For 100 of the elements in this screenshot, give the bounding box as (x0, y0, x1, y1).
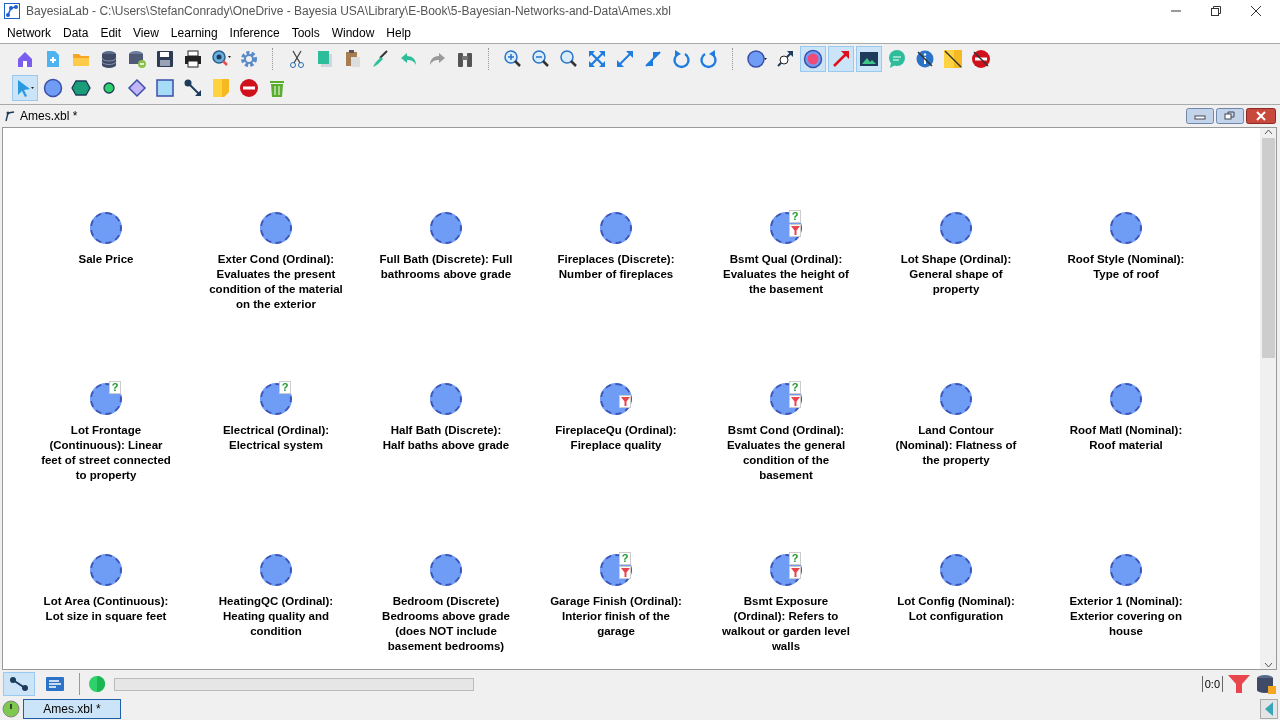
info-crossed-icon (915, 48, 935, 69)
ringed-node-icon (803, 48, 823, 69)
clipboard-icon (343, 48, 363, 69)
node-label: FireplaceQu (Ordinal): Fireplace quality (554, 423, 678, 453)
menu-item[interactable]: View (127, 25, 165, 40)
diagonal-expand-icon (615, 48, 635, 69)
node-circle[interactable] (90, 554, 122, 586)
hexagon-icon (71, 77, 91, 98)
node-circle[interactable] (1110, 212, 1142, 244)
note-crossed-icon (943, 48, 963, 69)
node-label: Bsmt Cond (Ordinal): Evaluates the general condition of the basement (725, 423, 847, 483)
sticky-note-icon (211, 77, 231, 98)
node-label: Bsmt Exposure (Ordinal): Refers to walkout or garden level walls (721, 594, 851, 654)
expand-arrows-icon (587, 48, 607, 69)
info-arrow-icon (775, 48, 795, 69)
node-circle[interactable] (260, 554, 292, 586)
node-circle[interactable] (940, 554, 972, 586)
diagonal-shrink-icon (643, 48, 663, 69)
menu-item[interactable]: Learning (164, 25, 224, 40)
node-circle[interactable] (90, 212, 122, 244)
missing-value-badge: ? (789, 552, 801, 565)
node-label: Full Bath (Discrete): Full bathrooms above grade (379, 252, 513, 282)
ringed-node-tool-button[interactable] (800, 45, 826, 72)
rotate-left-icon (671, 48, 691, 69)
stop-sign-crossed-icon (971, 48, 991, 69)
node-circle[interactable] (940, 212, 972, 244)
node-label: Electrical (Ordinal): Electrical system (221, 423, 331, 453)
diagonal-arrow-tool-button[interactable] (828, 45, 854, 72)
scissors-icon (287, 48, 307, 69)
restore-icon[interactable] (1210, 5, 1222, 17)
missing-value-badge: ? (279, 381, 291, 394)
menu-item[interactable]: Edit (94, 25, 128, 40)
node-label: Roof Style (Nominal): Type of roof (1066, 252, 1186, 282)
document-title: Ames.xbl * (20, 109, 79, 123)
node-circle[interactable] (430, 554, 462, 586)
clock-icon[interactable] (2, 700, 20, 718)
scroll-up-icon[interactable] (1263, 128, 1273, 136)
missing-value-badge: ? (789, 210, 801, 223)
node-label: Roof Matl (Nominal): Roof material (1068, 423, 1184, 453)
menu-item[interactable]: Window (325, 25, 381, 40)
node-circle[interactable] (600, 212, 632, 244)
menu-item[interactable]: Tools (285, 25, 326, 40)
printer-icon (183, 48, 203, 69)
node-label: Lot Frontage (Continuous): Linear feet of street connected to property (40, 423, 172, 483)
menu-item[interactable]: Network (1, 25, 57, 40)
node-circle[interactable] (1110, 554, 1142, 586)
document-tab[interactable]: Ames.xbl * (23, 699, 121, 719)
node-label: HeatingQC (Ordinal): Heating quality and condition (217, 594, 335, 639)
circle-node-icon (43, 77, 63, 98)
graph-mode-button[interactable] (3, 672, 35, 696)
arc-tool-icon (183, 77, 203, 98)
database-icon[interactable] (1255, 673, 1277, 695)
node-circle[interactable] (940, 383, 972, 415)
node-label: Half Bath (Discrete): Half baths above grade (381, 423, 511, 453)
minimize-window-button[interactable] (1186, 108, 1214, 124)
menu-item[interactable]: Data (57, 25, 95, 40)
node-label: Exterior 1 (Nominal): Exterior covering on house (1068, 594, 1184, 639)
menu-item[interactable]: Inference (223, 25, 286, 40)
landscape-picture-tool-button[interactable] (856, 45, 882, 72)
node-circle[interactable] (260, 212, 292, 244)
node-label: Fireplaces (Discrete): Number of fireplaces (556, 252, 676, 282)
square-icon (155, 77, 175, 98)
missing-value-badge: ? (619, 552, 631, 565)
rotate-right-icon (699, 48, 719, 69)
database-icon (99, 48, 119, 69)
menu-item[interactable]: Help (380, 25, 417, 40)
scroll-down-icon[interactable] (1263, 661, 1273, 669)
node-label: Lot Shape (Ordinal): General shape of property (899, 252, 1013, 297)
vertical-scrollbar[interactable] (1260, 128, 1276, 669)
funnel-icon[interactable] (1227, 673, 1251, 695)
restore-window-button[interactable] (1216, 108, 1244, 124)
database-export-icon (127, 48, 147, 69)
pointer-arrow-icon (15, 77, 35, 98)
magnifier-icon (559, 48, 579, 69)
missing-value-badge: ? (789, 381, 801, 394)
node-label: Exter Cond (Ordinal): Evaluates the present condition of the material on the exterior (209, 252, 343, 312)
node-circle[interactable] (1110, 383, 1142, 415)
network-file-icon (4, 110, 16, 122)
node-label: Land Contour (Nominal): Flatness of the property (894, 423, 1018, 468)
node-circle[interactable] (430, 383, 462, 415)
node-label: Lot Config (Nominal): Lot configuration (896, 594, 1016, 624)
copy-icon (315, 48, 335, 69)
graph-mode-icon (9, 674, 29, 694)
circle-dropdown-icon (747, 48, 767, 69)
node-label: Bedroom (Discrete) Bedrooms above grade (does NOT include basement bedrooms) (381, 594, 511, 654)
diamond-icon (127, 77, 147, 98)
zoom-in-icon (503, 48, 523, 69)
stop-sign-icon (239, 77, 259, 98)
node-circle[interactable] (430, 212, 462, 244)
missing-value-badge: ? (109, 381, 121, 394)
monitor-mode-icon (45, 674, 65, 694)
counter: 0:0 (1201, 676, 1223, 692)
node-label: Garage Finish (Ordinal): Interior finish of the garage (549, 594, 683, 639)
pointer-arrow-tool-button[interactable] (12, 74, 38, 101)
paintbrush-icon (371, 48, 391, 69)
node-label: Bsmt Qual (Ordinal): Evaluates the height of the basement (722, 252, 850, 297)
close-icon[interactable] (1250, 5, 1262, 17)
close-window-button[interactable] (1246, 108, 1276, 124)
speech-bubble-icon (887, 48, 907, 69)
diagonal-arrow-icon (831, 48, 851, 69)
